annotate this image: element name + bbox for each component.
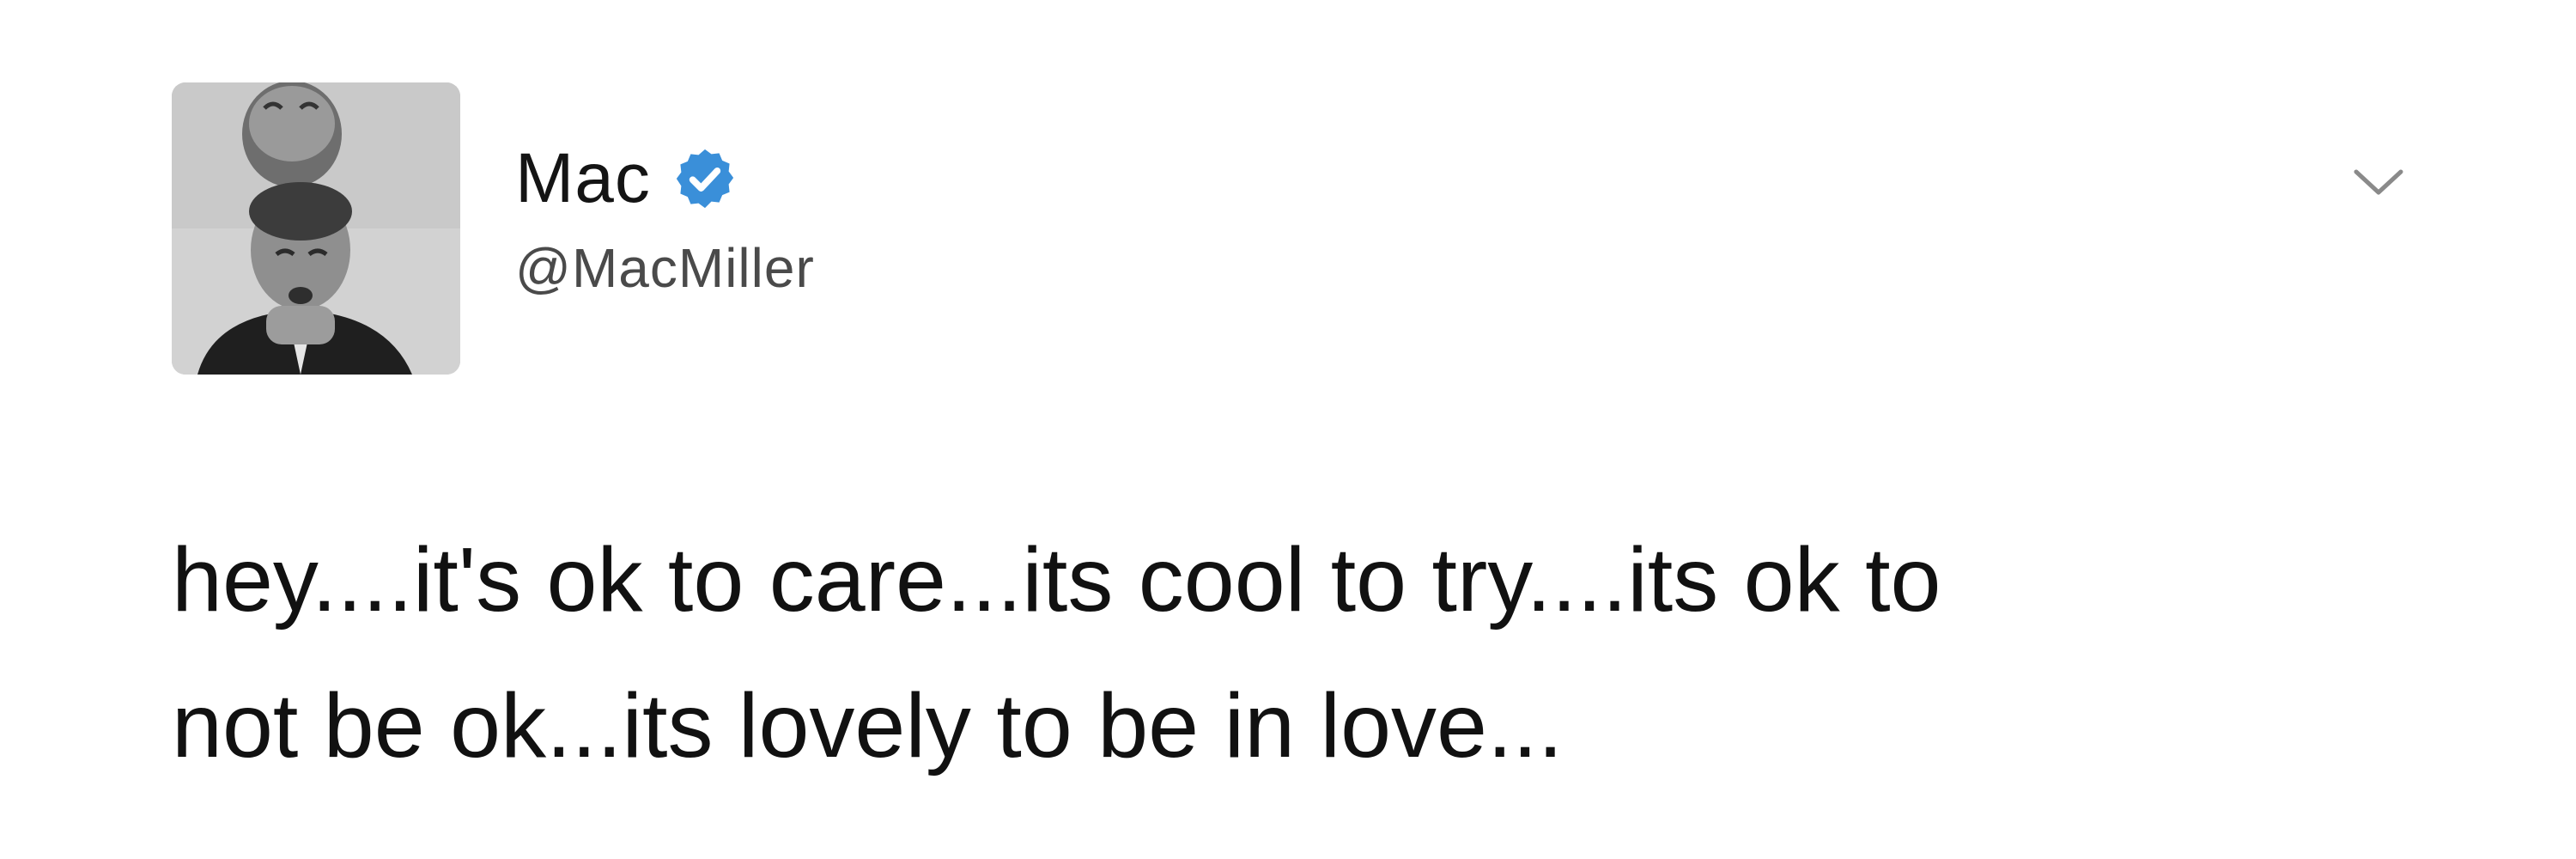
display-name[interactable]: Mac: [515, 143, 651, 214]
author-name-row: Mac: [515, 136, 738, 222]
tweet-text-line: not be ok...its lovely to be in love...: [172, 675, 1564, 777]
tweet-text: hey....it's ok to care...its cool to try…: [172, 507, 2447, 799]
author-handle[interactable]: @MacMiller: [515, 241, 815, 295]
chevron-down-icon[interactable]: [2344, 153, 2413, 213]
avatar[interactable]: [172, 82, 460, 375]
tweet-text-line: hey....it's ok to care...its cool to try…: [172, 529, 1941, 631]
tweet-card: Mac @MacMiller hey....it's ok to care...…: [0, 0, 2576, 859]
avatar-photo: [172, 82, 460, 375]
verified-badge-icon: [671, 145, 738, 212]
